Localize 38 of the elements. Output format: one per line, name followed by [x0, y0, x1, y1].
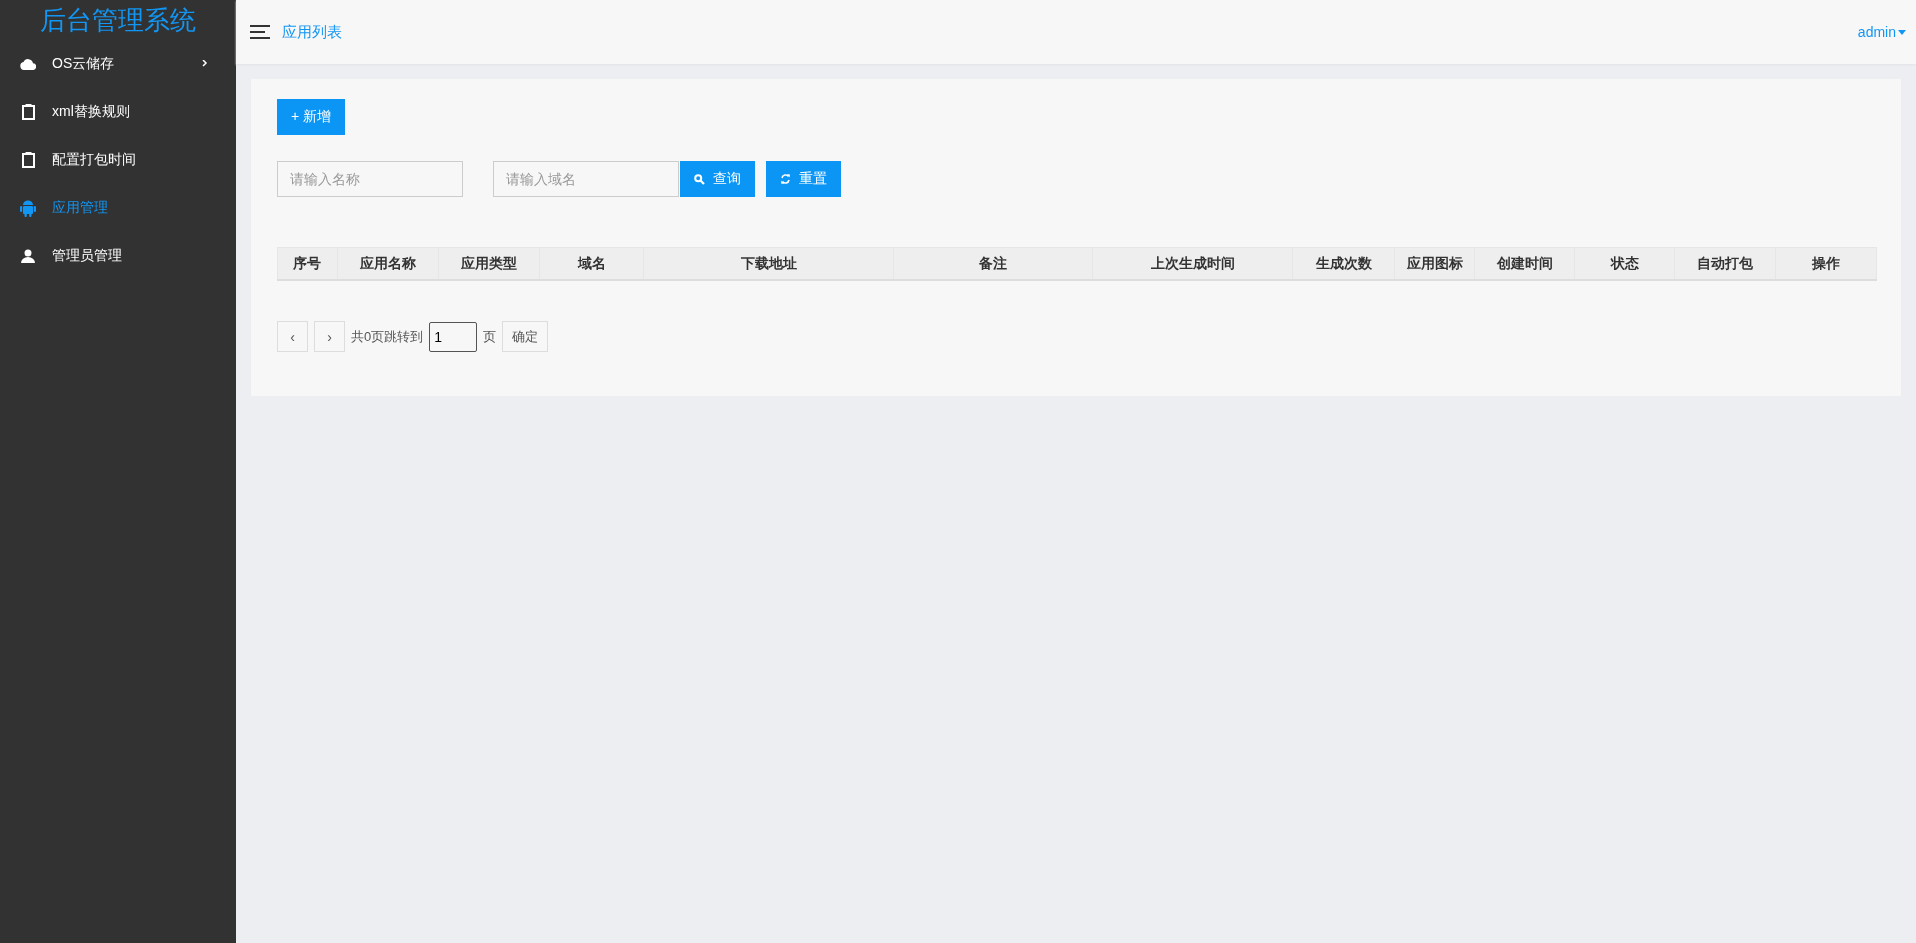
page-title: 应用列表 — [282, 22, 343, 42]
column-header: 应用类型 — [438, 247, 540, 280]
column-header: 上次生成时间 — [1092, 247, 1293, 280]
column-header: 下载地址 — [643, 247, 894, 280]
sidebar-item[interactable]: OS云储存 — [0, 40, 236, 88]
sidebar-item[interactable]: 配置打包时间 — [0, 136, 236, 184]
app-title: 后台管理系统 — [39, 4, 197, 37]
column-header: 应用图标 — [1394, 247, 1475, 280]
chevron-right-icon — [202, 60, 208, 68]
previous-page-button[interactable]: ‹ — [277, 321, 308, 352]
column-header: 操作 — [1775, 247, 1877, 280]
menu-icon[interactable] — [250, 25, 270, 39]
sidebar-item[interactable]: 管理员管理 — [0, 232, 236, 280]
column-header: 创建时间 — [1474, 247, 1575, 280]
user-icon — [21, 249, 35, 263]
caret-icon — [1898, 29, 1906, 35]
next-page-button[interactable]: › — [314, 321, 345, 352]
clipboard-icon — [21, 152, 35, 168]
sidebar-item[interactable]: xml替换规则 — [0, 88, 236, 136]
column-header: 域名 — [539, 247, 644, 280]
column-header: 自动打包 — [1675, 247, 1776, 280]
column-header: 生成次数 — [1293, 247, 1395, 280]
sidebar-item[interactable]: 应用管理 — [0, 184, 236, 232]
name-field[interactable]: 请输入名称 — [277, 161, 463, 197]
search-icon — [694, 173, 705, 185]
page-suffix: 页 — [483, 327, 497, 346]
column-header: 应用名称 — [337, 247, 439, 280]
column-header: 状态 — [1574, 247, 1675, 280]
confirm-button[interactable]: 确定 — [502, 321, 549, 352]
domain-field[interactable]: 请输入域名 — [493, 161, 679, 197]
column-header: 备注 — [893, 247, 1093, 280]
clipboard-icon — [21, 104, 35, 120]
refresh-icon — [780, 173, 791, 185]
page-count-text: 共0页跳转到 — [351, 327, 424, 346]
android-icon — [20, 199, 36, 217]
column-header: 序号 — [277, 247, 338, 280]
page-number-field[interactable]: 1 — [429, 321, 478, 352]
cloud-icon — [20, 58, 36, 70]
